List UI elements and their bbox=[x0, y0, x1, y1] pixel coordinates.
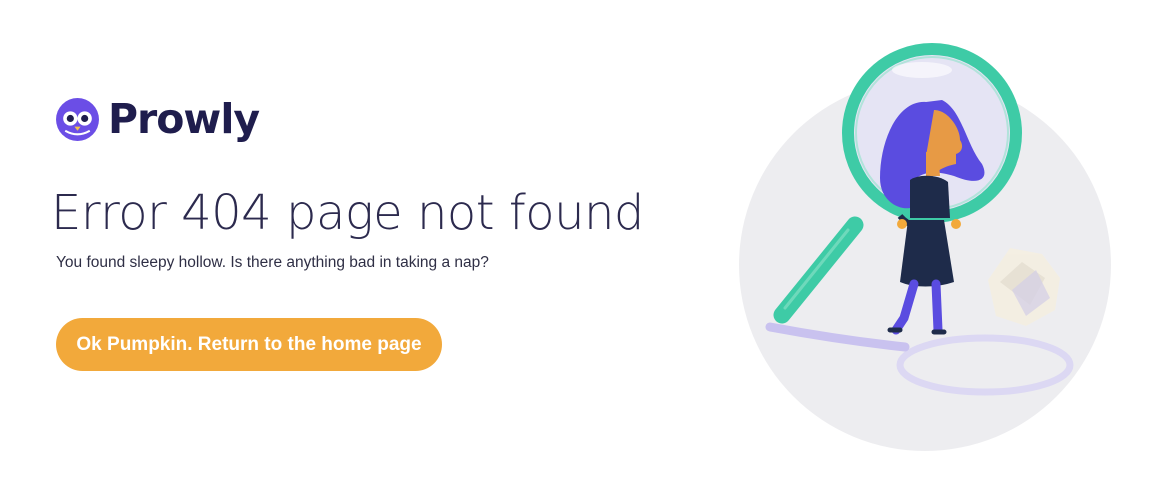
neck bbox=[926, 152, 940, 176]
prowly-logo[interactable]: Prowly bbox=[55, 95, 260, 143]
return-home-button[interactable]: Ok Pumpkin. Return to the home page bbox=[56, 318, 442, 371]
error-subtitle: You found sleepy hollow. Is there anythi… bbox=[56, 254, 489, 271]
top bbox=[910, 175, 950, 218]
error-title: Error 404 page not found bbox=[51, 185, 644, 241]
owl-icon bbox=[56, 98, 99, 141]
magnifying-glass-woman-illustration bbox=[739, 43, 1111, 451]
brand-name: Prowly bbox=[108, 95, 260, 143]
